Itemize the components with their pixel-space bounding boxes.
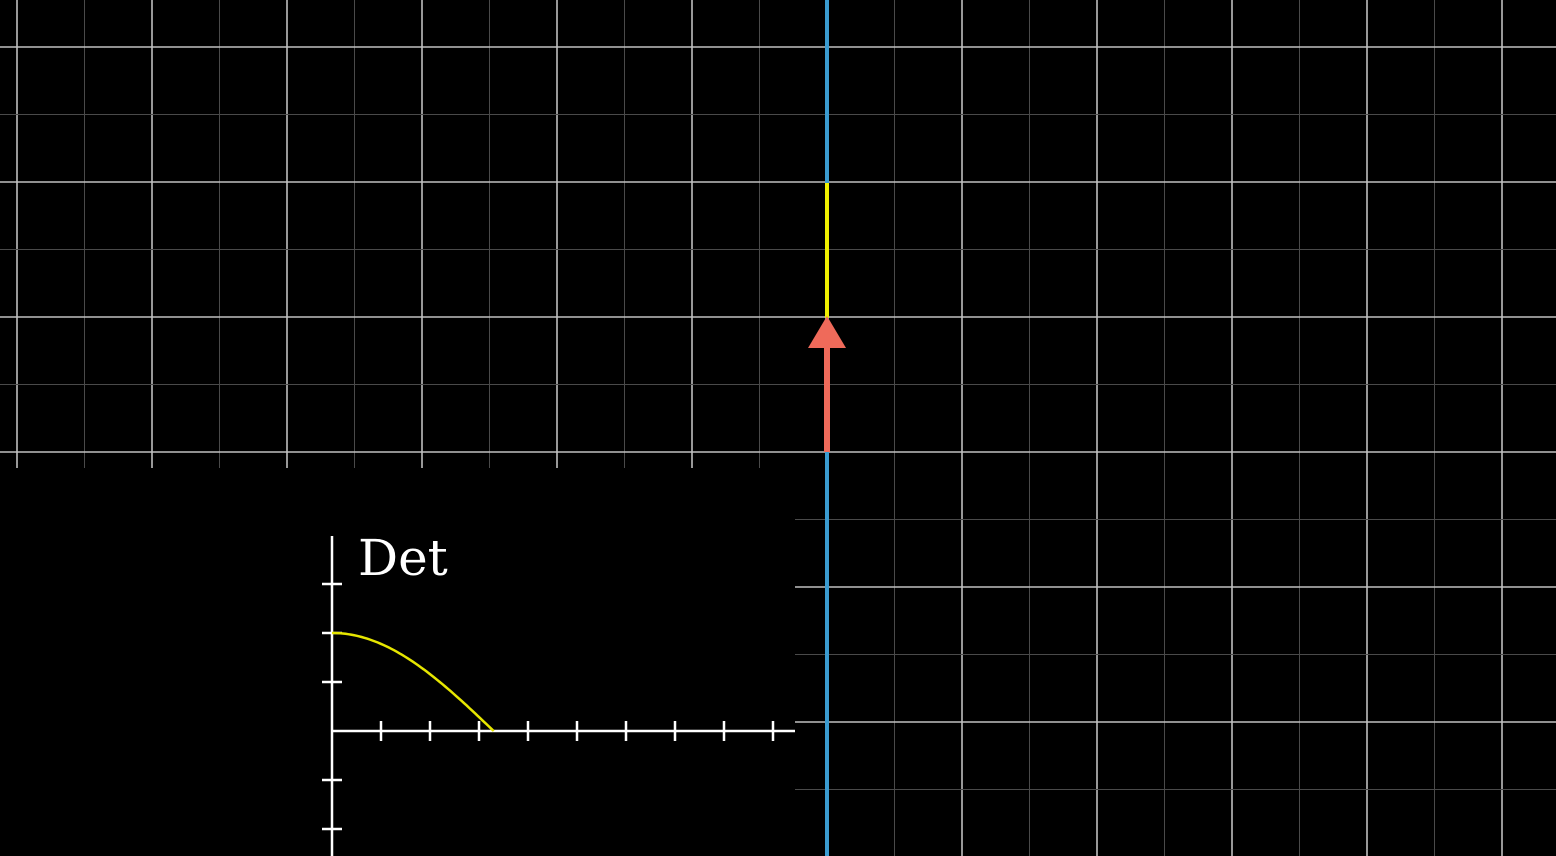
transformation-canvas: Det [0, 0, 1556, 856]
basis-vector-i-arrowhead [808, 316, 846, 348]
determinant-plot: Det [0, 468, 795, 856]
inset-title: Det [358, 529, 448, 587]
inset-background [0, 468, 795, 856]
